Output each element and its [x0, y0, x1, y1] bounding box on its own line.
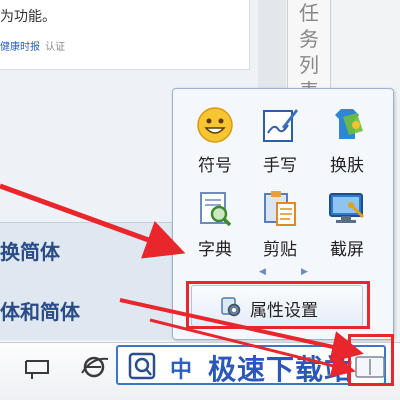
- browser-icon[interactable]: [78, 351, 110, 383]
- task-list-panel[interactable]: 任 务 列 表: [287, 0, 331, 103]
- background-strip: [258, 0, 286, 90]
- handwriting-icon: [263, 109, 298, 142]
- tool-label: 换肤: [330, 156, 364, 176]
- previous-page-arrow[interactable]: ◀: [259, 267, 266, 277]
- palette-page-nav: ◀ ▶: [173, 267, 395, 279]
- smiley-icon: [197, 107, 233, 143]
- highlight-properties-box: [186, 281, 370, 329]
- tool-dictionary[interactable]: 字典: [185, 189, 245, 261]
- skin-icon: [335, 109, 363, 139]
- pin-icon[interactable]: [22, 355, 52, 381]
- ime-chinese-mode[interactable]: 中: [170, 352, 192, 384]
- taskbar: 中 极速下载站: [0, 342, 400, 400]
- tool-symbol[interactable]: 符号: [185, 105, 245, 177]
- tool-skin[interactable]: 换肤: [317, 105, 377, 177]
- next-page-arrow[interactable]: ▶: [301, 267, 308, 277]
- clipboard-icon: [264, 191, 296, 226]
- tool-label: 手写: [263, 156, 297, 176]
- tool-label: 截屏: [330, 240, 364, 260]
- ime-logo-icon[interactable]: [128, 352, 156, 380]
- ime-status-bar[interactable]: 中 极速下载站: [116, 345, 386, 386]
- desktop-background: [332, 0, 400, 100]
- background-text: 为功能。: [0, 9, 56, 25]
- tool-label: 字典: [198, 240, 232, 260]
- background-window: 为功能。 健康时报 认证: [0, 0, 250, 70]
- tool-screenshot[interactable]: 截屏: [317, 189, 377, 261]
- tool-label: 剪贴: [263, 240, 297, 260]
- highlight-tray-box: [348, 334, 394, 386]
- option-convert-simplified[interactable]: 换简体: [0, 236, 60, 265]
- task-list-char: 列: [299, 53, 319, 77]
- health-news-link[interactable]: 健康时报: [0, 42, 40, 53]
- tool-clipboard[interactable]: 剪贴: [250, 189, 310, 261]
- screenshot-icon: [329, 193, 365, 223]
- tool-label: 符号: [198, 156, 232, 176]
- verify-link[interactable]: 认证: [45, 42, 65, 53]
- dictionary-icon: [200, 192, 232, 227]
- tool-handwriting[interactable]: 手写: [250, 105, 310, 177]
- task-list-char: 任: [299, 1, 319, 25]
- option-traditional-simplified[interactable]: 体和简体: [0, 296, 80, 325]
- site-watermark: 极速下载站: [208, 353, 354, 386]
- task-list-char: 务: [299, 27, 319, 51]
- background-links: 健康时报 认证: [0, 38, 65, 53]
